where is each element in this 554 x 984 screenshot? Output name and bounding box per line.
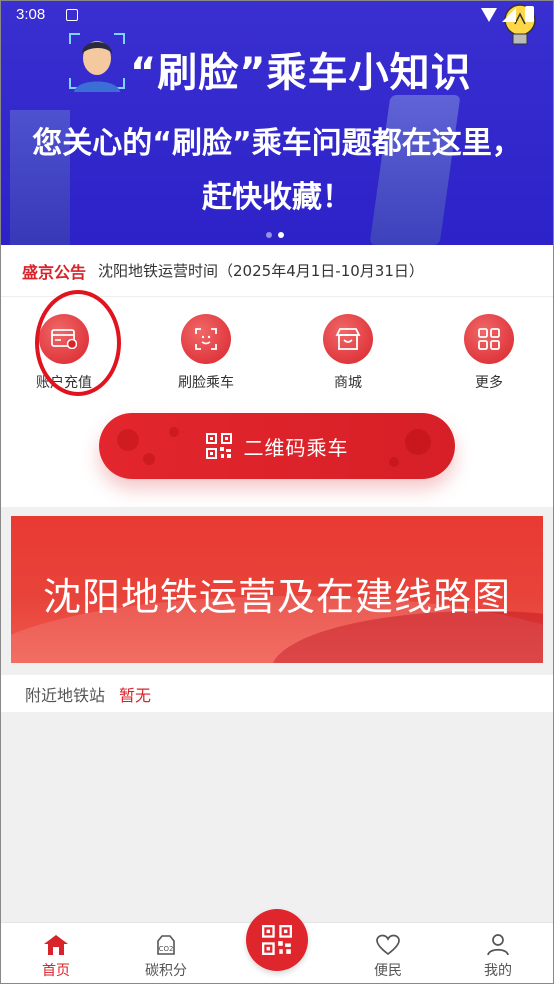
tab-qr-code[interactable] [246, 909, 308, 971]
face-avatar-icon [69, 33, 125, 92]
menu-item-shop[interactable]: 商城 [303, 314, 393, 392]
highlight-annotation [35, 290, 121, 396]
heart-icon [375, 933, 401, 957]
banner-dot-active [278, 232, 284, 238]
nearby-station-row[interactable]: 附近地铁站 暂无 [0, 675, 554, 712]
banner-subtitle: 您关心的“刷脸”乘车问题都在这里， [32, 126, 522, 161]
decor-bubble [117, 429, 139, 451]
tab-carbon-points[interactable]: CO2 碳积分 [126, 933, 206, 980]
signal-icon [502, 8, 516, 22]
banner-page-indicator [266, 232, 284, 238]
home-icon [43, 933, 69, 957]
banner-title: “刷脸”乘车小知识 [130, 50, 472, 96]
decor-bubble [405, 429, 431, 455]
menu-item-label: 商城 [334, 375, 362, 391]
announcement-bar[interactable]: 盛京公告 沈阳地铁运营时间（2025年4月1日-10月31日） [0, 245, 554, 297]
banner-subtitle-2: 赶快收藏！ [202, 180, 352, 215]
tab-label: 我的 [484, 963, 512, 979]
grid-more-icon [464, 314, 514, 364]
qr-code-icon [262, 925, 292, 955]
tab-label: 便民 [374, 963, 402, 979]
tab-label: 首页 [42, 963, 70, 979]
tab-services[interactable]: 便民 [348, 933, 428, 980]
metro-map-banner[interactable]: 沈阳地铁运营及在建线路图 [11, 516, 543, 663]
promo-banner[interactable]: “刷脸”乘车小知识 您关心的“刷脸”乘车问题都在这里， 赶快收藏！ [0, 0, 554, 245]
announcement-label: 盛京公告 [22, 262, 87, 282]
shop-icon [323, 314, 373, 364]
banner-dot [266, 232, 272, 238]
battery-icon [525, 6, 534, 22]
notification-icon [66, 9, 78, 21]
decor-bubble [169, 427, 179, 437]
wifi-icon [481, 8, 497, 22]
face-scan-icon [181, 314, 231, 364]
tab-home[interactable]: 首页 [16, 933, 96, 980]
menu-item-label: 刷脸乘车 [178, 375, 234, 391]
metro-map-title: 沈阳地铁运营及在建线路图 [42, 575, 511, 619]
nearby-station-value: 暂无 [119, 685, 152, 705]
qr-code-icon [205, 433, 232, 459]
qr-ride-label: 二维码乘车 [243, 435, 349, 460]
decor-bubble [143, 453, 155, 465]
status-time: 3:08 [16, 6, 46, 23]
tab-label: 碳积分 [145, 963, 187, 979]
tab-mine[interactable]: 我的 [458, 933, 538, 980]
nearby-station-label: 附近地铁站 [25, 685, 106, 705]
person-icon [485, 933, 511, 957]
menu-item-face-ride[interactable]: 刷脸乘车 [161, 314, 251, 392]
menu-item-label: 更多 [475, 375, 503, 391]
announcement-text[interactable]: 沈阳地铁运营时间（2025年4月1日-10月31日） [98, 260, 424, 281]
svg-text:CO2: CO2 [159, 945, 174, 953]
decor-bubble [389, 457, 399, 467]
menu-item-more[interactable]: 更多 [444, 314, 534, 392]
co2-icon: CO2 [153, 933, 179, 957]
status-bar: 3:08 [0, 0, 554, 32]
qr-ride-button[interactable]: 二维码乘车 [99, 413, 455, 479]
